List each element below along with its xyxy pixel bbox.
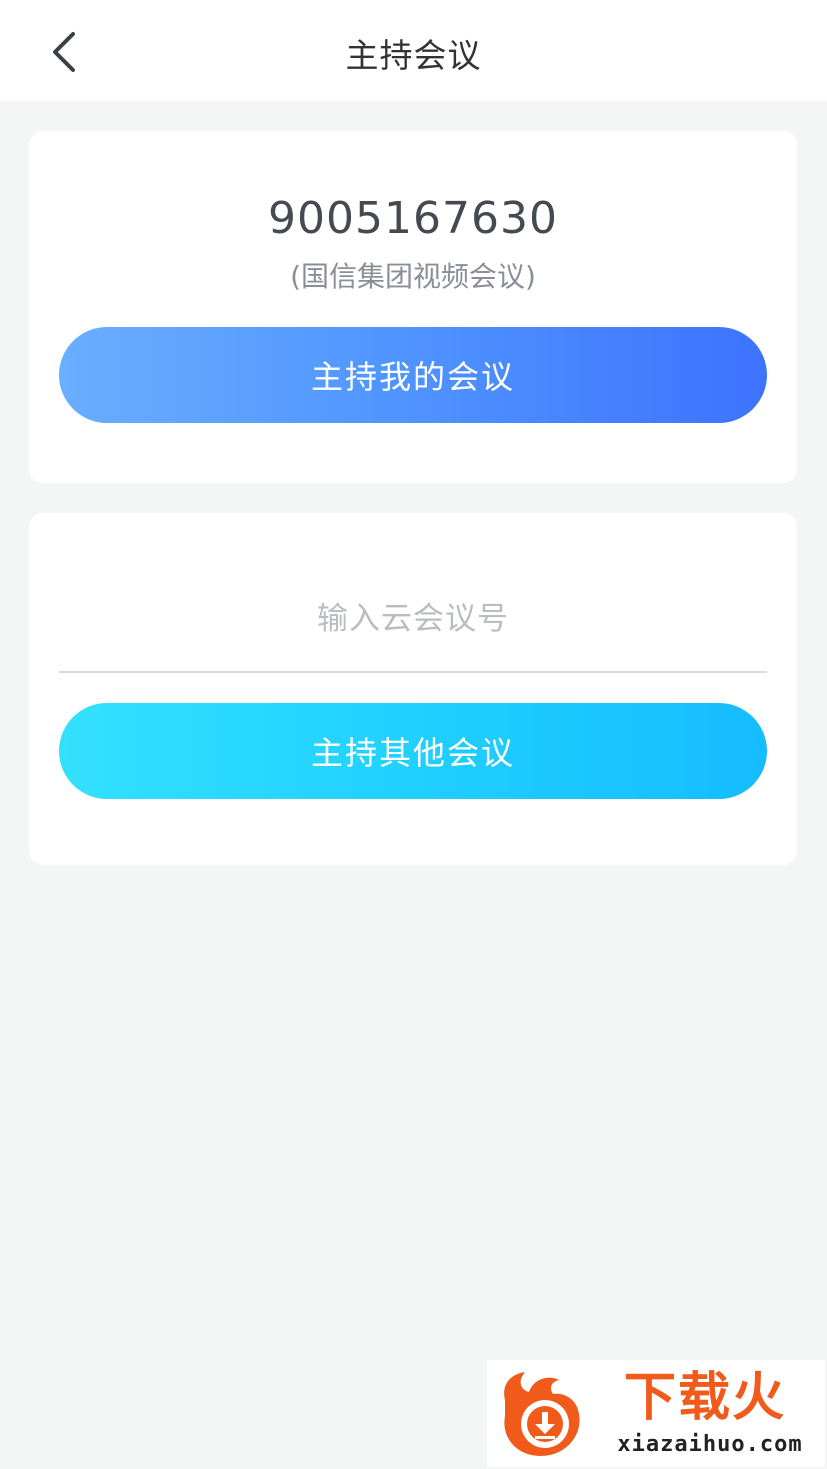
meeting-number: 9005167630 [268, 193, 558, 244]
watermark-logo: 下载火 xiazaihuo.com [487, 1360, 825, 1467]
input-underline [59, 671, 767, 673]
flame-download-icon [504, 1372, 580, 1456]
host-other-meeting-button[interactable]: 主持其他会议 [59, 703, 767, 799]
meeting-name: (国信集团视频会议) [290, 260, 536, 293]
page-title: 主持会议 [345, 36, 482, 75]
top-nav-bar: 主持会议 [0, 0, 827, 101]
my-meeting-card: 9005167630 (国信集团视频会议) 主持我的会议 [29, 131, 797, 483]
other-meeting-card: 主持其他会议 [29, 513, 797, 865]
meeting-id-input[interactable] [59, 569, 767, 669]
watermark-url: xiazaihuo.com [617, 1432, 803, 1457]
watermark-brand: 下载火 [623, 1368, 786, 1428]
host-my-meeting-button[interactable]: 主持我的会议 [59, 327, 767, 423]
